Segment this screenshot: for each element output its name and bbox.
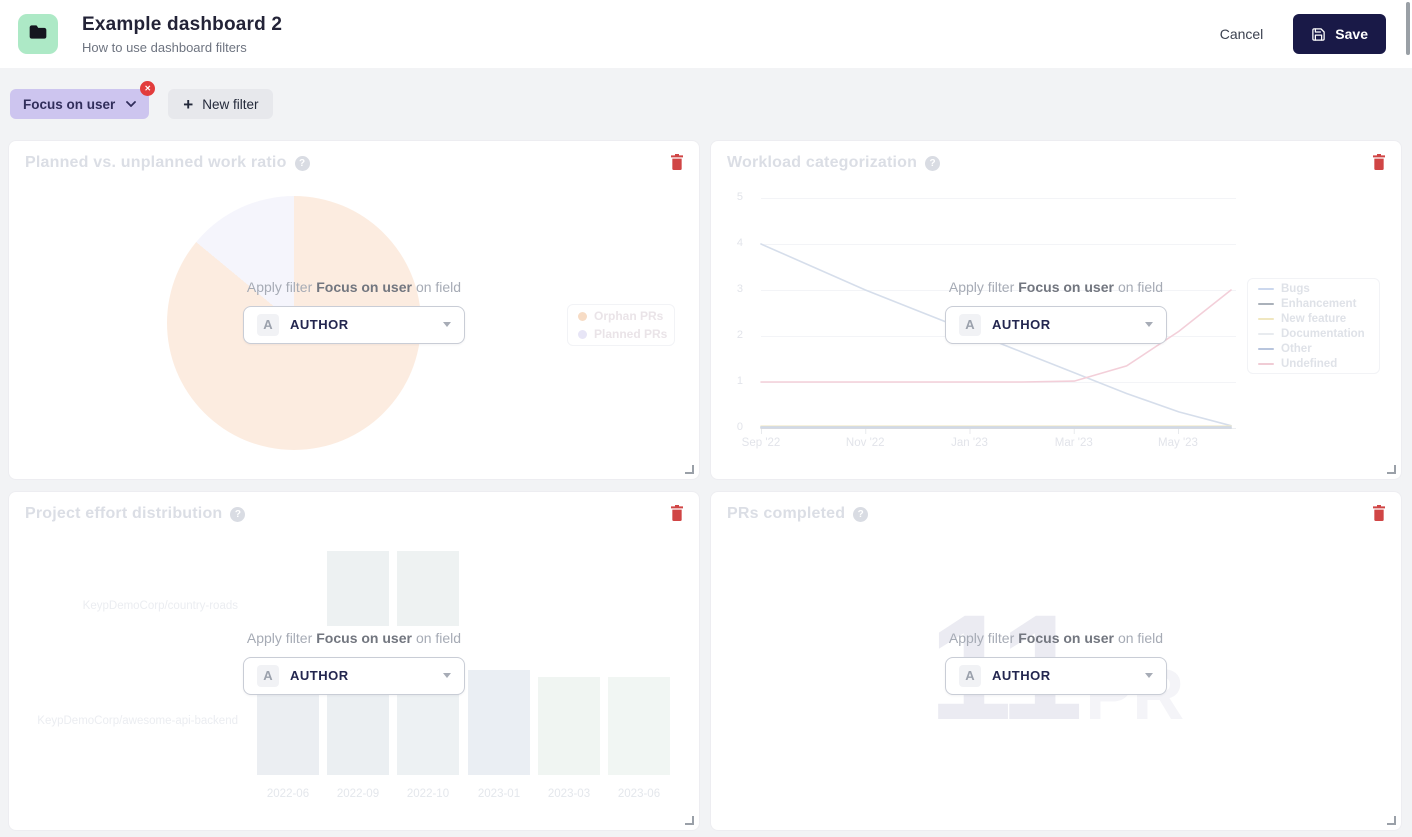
apply-filter-prefix: Apply filter bbox=[246, 629, 313, 646]
chevron-down-icon bbox=[443, 322, 451, 327]
filter-overlay: Apply filter Focus on user on field A AU… bbox=[711, 492, 1401, 830]
page-subtitle: How to use dashboard filters bbox=[82, 39, 247, 55]
save-button-label: Save bbox=[1335, 26, 1368, 42]
apply-filter-text: Apply filter Focus on user on field bbox=[949, 279, 1163, 295]
filter-overlay: Apply filter Focus on user on field A AU… bbox=[9, 141, 699, 479]
new-filter-button[interactable]: + New filter bbox=[168, 89, 274, 119]
new-filter-label: New filter bbox=[202, 96, 259, 112]
panel-planned-vs-unplanned: Planned vs. unplanned work ratio ? Orpha… bbox=[8, 140, 700, 480]
apply-filter-suffix: on field bbox=[415, 278, 462, 295]
header-actions: Cancel Save bbox=[1220, 14, 1386, 54]
letter-a-icon: A bbox=[959, 313, 981, 336]
field-select[interactable]: A AUTHOR bbox=[945, 656, 1167, 695]
resize-handle-icon[interactable] bbox=[1387, 465, 1396, 474]
apply-filter-name: Focus on user bbox=[1018, 278, 1114, 295]
filter-chip-focus-on-user[interactable]: Focus on user ✕ bbox=[10, 81, 156, 119]
field-select[interactable]: A AUTHOR bbox=[243, 656, 465, 695]
trash-icon[interactable] bbox=[669, 504, 685, 525]
filter-bar: Focus on user ✕ + New filter bbox=[10, 81, 274, 119]
panel-workload-categorization: Workload categorization ? 5 4 3 2 1 0 Sep '22 N… bbox=[710, 140, 1402, 480]
apply-filter-prefix: Apply filter bbox=[246, 278, 313, 295]
header: Example dashboard 2 How to use dashboard… bbox=[0, 0, 1412, 68]
apply-filter-prefix: Apply filter bbox=[948, 278, 1015, 295]
dashboard-editor: Example dashboard 2 How to use dashboard… bbox=[0, 0, 1412, 837]
chevron-down-icon bbox=[443, 673, 451, 678]
chevron-down-icon bbox=[1145, 673, 1153, 678]
dashboard-folder-badge bbox=[18, 14, 58, 54]
field-select[interactable]: A AUTHOR bbox=[243, 305, 465, 344]
resize-handle-icon[interactable] bbox=[685, 816, 694, 825]
apply-filter-text: Apply filter Focus on user on field bbox=[949, 630, 1163, 646]
apply-filter-prefix: Apply filter bbox=[948, 629, 1015, 646]
page-title: Example dashboard 2 bbox=[82, 13, 283, 35]
apply-filter-suffix: on field bbox=[415, 629, 462, 646]
field-value: AUTHOR bbox=[992, 668, 1051, 683]
save-button[interactable]: Save bbox=[1293, 14, 1386, 54]
close-icon: ✕ bbox=[144, 84, 152, 93]
filter-overlay: Apply filter Focus on user on field A AU… bbox=[711, 141, 1401, 479]
resize-handle-icon[interactable] bbox=[1387, 816, 1396, 825]
apply-filter-suffix: on field bbox=[1117, 629, 1164, 646]
trash-icon[interactable] bbox=[669, 153, 685, 174]
chevron-down-icon bbox=[1145, 322, 1153, 327]
field-value: AUTHOR bbox=[290, 668, 349, 683]
field-value: AUTHOR bbox=[992, 317, 1051, 332]
panel-prs-completed: PRs completed ? 11 PR Apply filter Focus… bbox=[710, 491, 1402, 831]
apply-filter-text: Apply filter Focus on user on field bbox=[247, 279, 461, 295]
letter-a-icon: A bbox=[257, 313, 279, 336]
field-value: AUTHOR bbox=[290, 317, 349, 332]
cancel-button[interactable]: Cancel bbox=[1220, 26, 1264, 42]
letter-a-icon: A bbox=[257, 664, 279, 687]
letter-a-icon: A bbox=[959, 664, 981, 687]
apply-filter-text: Apply filter Focus on user on field bbox=[247, 630, 461, 646]
remove-filter-badge[interactable]: ✕ bbox=[140, 81, 156, 96]
apply-filter-name: Focus on user bbox=[316, 278, 412, 295]
header-titles: Example dashboard 2 How to use dashboard… bbox=[82, 14, 282, 55]
resize-handle-icon[interactable] bbox=[685, 465, 694, 474]
apply-filter-name: Focus on user bbox=[1018, 629, 1114, 646]
plus-icon: + bbox=[183, 94, 194, 114]
vertical-scrollbar-thumb[interactable] bbox=[1406, 2, 1410, 55]
folder-icon bbox=[28, 22, 48, 47]
trash-icon[interactable] bbox=[1371, 504, 1387, 525]
filter-chip-label: Focus on user bbox=[23, 96, 116, 112]
filter-overlay: Apply filter Focus on user on field A AU… bbox=[9, 492, 699, 830]
panel-project-effort-distribution: Project effort distribution ? KeypDemoCo… bbox=[8, 491, 700, 831]
apply-filter-name: Focus on user bbox=[316, 629, 412, 646]
floppy-disk-icon bbox=[1311, 27, 1326, 42]
field-select[interactable]: A AUTHOR bbox=[945, 305, 1167, 344]
apply-filter-suffix: on field bbox=[1117, 278, 1164, 295]
chevron-down-icon bbox=[126, 101, 137, 107]
trash-icon[interactable] bbox=[1371, 153, 1387, 174]
